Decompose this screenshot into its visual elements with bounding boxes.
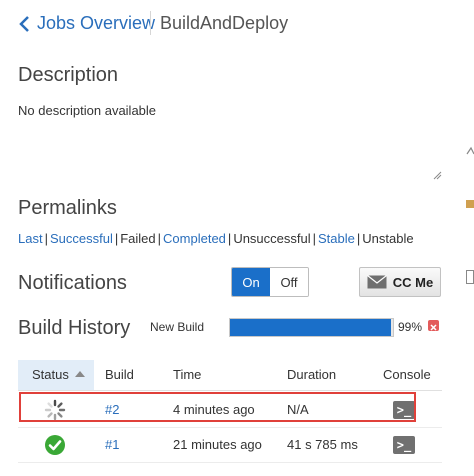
envelope-icon xyxy=(366,275,387,289)
terminal-icon[interactable]: >_ xyxy=(393,436,415,454)
column-duration[interactable]: Duration xyxy=(287,360,336,390)
table-row: #1 21 minutes ago 41 s 785 ms >_ xyxy=(18,428,442,463)
permalinks-list: Last | Successful | Failed | Completed | Unsucce… xyxy=(18,231,414,246)
permalink-successful[interactable]: Successful xyxy=(50,231,113,246)
build-status-cell xyxy=(42,428,68,462)
breadcrumb-divider xyxy=(150,11,151,35)
permalink-failed: Failed xyxy=(120,231,156,246)
build-time-cell: 21 minutes ago xyxy=(173,437,262,452)
cc-me-label: CC Me xyxy=(392,274,434,290)
breadcrumb-jobs-overview[interactable]: Jobs Overview xyxy=(37,13,155,34)
column-console: Console xyxy=(383,367,431,382)
build-history-heading: Build History xyxy=(18,317,131,339)
toggle-on-button[interactable]: On xyxy=(232,268,270,296)
progress-fill xyxy=(230,319,392,336)
description-text: No description available xyxy=(18,103,157,118)
cancel-build-icon[interactable] xyxy=(428,320,439,331)
column-time[interactable]: Time xyxy=(173,360,201,390)
progress-percent: 99% xyxy=(398,320,423,334)
cc-me-button[interactable]: CC Me xyxy=(359,267,441,297)
back-chevron-icon[interactable] xyxy=(18,14,32,34)
column-build[interactable]: Build xyxy=(105,360,134,390)
build-number-cell: #1 xyxy=(105,428,119,462)
sidebar-arrow-icon xyxy=(466,146,474,155)
toggle-off-button[interactable]: Off xyxy=(270,268,308,296)
success-check-icon xyxy=(45,435,65,455)
build-console-cell: >_ xyxy=(392,428,416,462)
description-heading: Description xyxy=(18,64,119,86)
sort-ascending-icon xyxy=(74,371,85,377)
new-build-progress-bar xyxy=(229,318,394,337)
build-duration-cell: 41 s 785 ms xyxy=(287,437,358,452)
permalink-completed[interactable]: Completed xyxy=(163,231,226,246)
column-status[interactable]: Status xyxy=(18,360,94,390)
breadcrumb-current-job: BuildAndDeploy xyxy=(160,13,289,33)
notifications-heading: Notifications xyxy=(18,272,127,294)
build-table-header: Status Build Time Duration Console xyxy=(18,360,442,391)
build-number-link[interactable]: #1 xyxy=(105,437,119,452)
permalink-unstable: Unstable xyxy=(362,231,414,246)
column-status-label: Status xyxy=(32,367,69,382)
resize-grip-icon[interactable] xyxy=(432,170,442,180)
notifications-toggle[interactable]: On Off xyxy=(231,267,309,297)
sidebar-folder-icon xyxy=(466,200,474,208)
permalink-stable[interactable]: Stable xyxy=(318,231,355,246)
sidebar-page-icon xyxy=(466,270,474,284)
permalinks-heading: Permalinks xyxy=(18,197,117,219)
new-build-label: New Build xyxy=(150,320,205,334)
row-highlight-annotation xyxy=(19,392,416,422)
permalink-last[interactable]: Last xyxy=(18,231,43,246)
permalink-unsuccessful: Unsuccessful xyxy=(233,231,311,246)
